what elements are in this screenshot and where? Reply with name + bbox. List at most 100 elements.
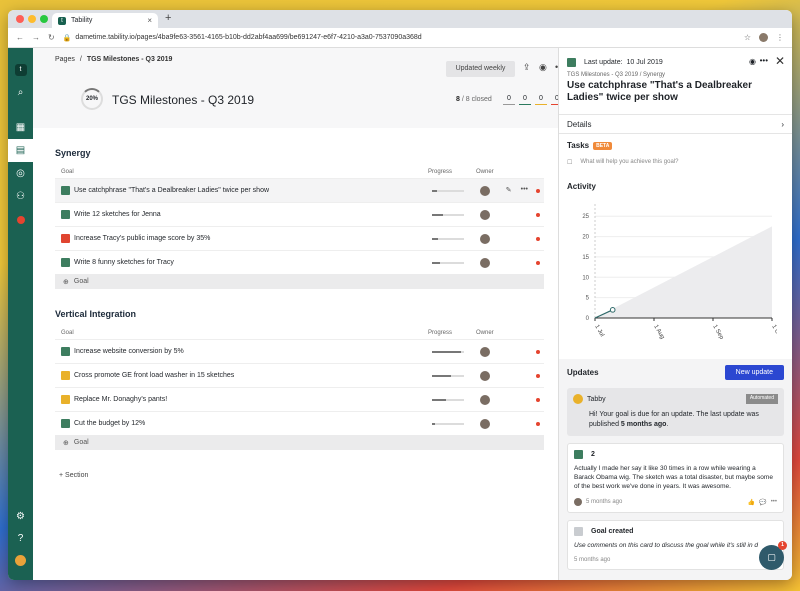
y-tick-label: 0 xyxy=(586,316,590,322)
close-window-icon[interactable] xyxy=(16,15,24,23)
page-title[interactable]: TGS Milestones - Q3 2019 xyxy=(112,93,254,107)
due-indicator xyxy=(536,398,540,402)
x-tick-label: 1 Jul xyxy=(593,324,605,338)
back-icon[interactable]: ← xyxy=(16,33,24,42)
browser-window: t Tability × + ← → ↻ 🔒 dametime.tability.… xyxy=(8,10,792,580)
author-avatar xyxy=(574,498,582,506)
section-title[interactable]: Synergy xyxy=(55,148,544,158)
updates-header: Updates New update xyxy=(567,359,784,381)
due-indicator xyxy=(536,237,540,241)
goal-row[interactable]: Write 12 sketches for Jenna xyxy=(55,202,544,226)
page-header: Pages / TGS Milestones - Q3 2019 Updated… xyxy=(33,48,558,128)
more-menu-icon[interactable]: ••• xyxy=(760,56,768,65)
owner-avatar[interactable] xyxy=(480,257,490,268)
minimize-window-icon[interactable] xyxy=(28,15,36,23)
browser-tab[interactable]: t Tability × xyxy=(52,13,158,28)
owner-avatar[interactable] xyxy=(480,394,490,405)
close-tab-icon[interactable]: × xyxy=(147,16,152,25)
browser-menu-icon[interactable]: ⋮ xyxy=(776,33,784,42)
beta-badge: BETA xyxy=(593,141,613,150)
due-indicator xyxy=(536,189,540,193)
like-icon[interactable]: 👍 xyxy=(748,499,755,506)
details-toggle[interactable]: Details › xyxy=(559,114,792,133)
zoom-window-icon[interactable] xyxy=(40,15,48,23)
goal-progress-bar xyxy=(432,422,464,425)
closed-count: 8 / 8 closed xyxy=(456,96,492,103)
bot-message: Hi! Your goal is due for an update. The … xyxy=(589,411,759,428)
profile-avatar-icon[interactable] xyxy=(759,33,768,42)
more-menu-icon[interactable]: ••• xyxy=(771,499,777,505)
goal-name: Increase Tracy's public image score by 3… xyxy=(74,235,211,242)
col-progress: Progress xyxy=(428,330,453,336)
comment-icon[interactable]: 💬 xyxy=(759,499,766,506)
goal-status-icon xyxy=(61,395,70,404)
update-card[interactable]: 2 Actually I made her say it like 30 tim… xyxy=(567,443,784,513)
tability-logo-icon[interactable]: t xyxy=(8,58,33,81)
status-square-icon xyxy=(567,58,576,67)
main-content: Pages / TGS Milestones - Q3 2019 Updated… xyxy=(33,48,558,580)
section-title[interactable]: Vertical Integration xyxy=(55,309,544,319)
bookmark-star-icon[interactable]: ☆ xyxy=(744,33,751,42)
goal-title[interactable]: Use catchphrase "That's a Dealbreaker La… xyxy=(567,80,784,104)
update-frequency-button[interactable]: Updated weekly xyxy=(446,61,515,77)
breadcrumb-pages[interactable]: Pages xyxy=(55,56,75,63)
goal-row[interactable]: Increase website conversion by 5% xyxy=(55,339,544,363)
goal-breadcrumb[interactable]: TGS Milestones - Q3 2019 / Synergy xyxy=(567,72,784,78)
owner-avatar[interactable] xyxy=(480,418,490,429)
owner-avatar[interactable] xyxy=(480,346,490,357)
goal-created-card[interactable]: Goal created Use comments on this card t… xyxy=(567,520,784,570)
goal-name: Write 12 sketches for Jenna xyxy=(74,211,161,218)
url-field[interactable]: 🔒 dametime.tability.io/pages/4ba9fe63-356… xyxy=(63,34,736,42)
goal-row[interactable]: Cut the budget by 12% xyxy=(55,411,544,435)
edit-icon[interactable]: ✎ xyxy=(506,186,512,194)
close-panel-icon[interactable]: ✕ xyxy=(775,54,785,68)
people-icon[interactable]: ⚇ xyxy=(8,185,33,208)
y-tick-label: 10 xyxy=(582,275,589,281)
search-icon[interactable]: ⌕ xyxy=(8,81,33,104)
watch-eye-icon[interactable]: ◉ xyxy=(749,57,756,66)
forward-icon[interactable]: → xyxy=(32,33,40,42)
breadcrumb-current: TGS Milestones - Q3 2019 xyxy=(86,56,173,63)
owner-avatar[interactable] xyxy=(480,209,490,220)
dashboard-icon[interactable]: ▦ xyxy=(8,116,33,139)
col-progress: Progress xyxy=(428,169,453,175)
add-goal-button[interactable]: ⊕ Goal xyxy=(55,435,544,450)
goals-target-icon[interactable]: ◎ xyxy=(8,162,33,185)
address-bar: ← → ↻ 🔒 dametime.tability.io/pages/4ba9fe… xyxy=(8,28,792,48)
y-tick-label: 25 xyxy=(582,214,589,220)
pages-icon[interactable]: ▤ xyxy=(8,139,33,162)
reload-icon[interactable]: ↻ xyxy=(48,33,55,42)
goal-row[interactable]: Increase Tracy's public image score by 3… xyxy=(55,226,544,250)
tability-favicon-icon: t xyxy=(58,16,66,25)
goal-row[interactable]: Replace Mr. Donaghy's pants! xyxy=(55,387,544,411)
goal-progress-bar xyxy=(432,374,464,377)
add-goal-button[interactable]: ⊕ Goal xyxy=(55,274,544,289)
goal-row[interactable]: Cross promote GE front load washer in 15… xyxy=(55,363,544,387)
new-tab-icon[interactable]: + xyxy=(165,12,171,24)
goal-row[interactable]: Write 8 funny sketches for Tracy xyxy=(55,250,544,274)
tasks-label: Tasks xyxy=(567,141,590,150)
help-icon[interactable]: ? xyxy=(8,527,33,550)
notifications-icon[interactable] xyxy=(8,208,33,231)
owner-avatar[interactable] xyxy=(480,185,490,196)
chat-launcher-button[interactable]: ▢ 1 xyxy=(759,541,787,570)
goal-row[interactable]: Use catchphrase "That's a Dealbreaker La… xyxy=(55,178,544,202)
update-score: 2 xyxy=(591,451,595,458)
due-indicator xyxy=(536,261,540,265)
goal-name: Write 8 funny sketches for Tracy xyxy=(74,259,174,266)
settings-gear-icon[interactable]: ⚙ xyxy=(8,505,33,528)
new-update-button[interactable]: New update xyxy=(724,365,784,380)
more-menu-icon[interactable]: ••• xyxy=(521,186,528,194)
task-input[interactable]: ☐ What will help you achieve this goal? xyxy=(567,159,784,166)
last-update-date: 10 Jul 2019 xyxy=(626,59,663,66)
breadcrumb-separator: / xyxy=(79,56,82,63)
update-time: 5 months ago xyxy=(574,557,611,563)
share-icon[interactable]: ⇪ xyxy=(523,62,531,73)
owner-avatar[interactable] xyxy=(480,370,490,381)
add-section-button[interactable]: + Section xyxy=(59,472,544,479)
user-avatar[interactable] xyxy=(8,549,33,572)
watch-eye-icon[interactable]: ◉ xyxy=(539,62,547,73)
owner-avatar[interactable] xyxy=(480,233,490,244)
closed-number: 8 xyxy=(456,96,460,103)
count-at-risk: 0 xyxy=(535,95,547,105)
